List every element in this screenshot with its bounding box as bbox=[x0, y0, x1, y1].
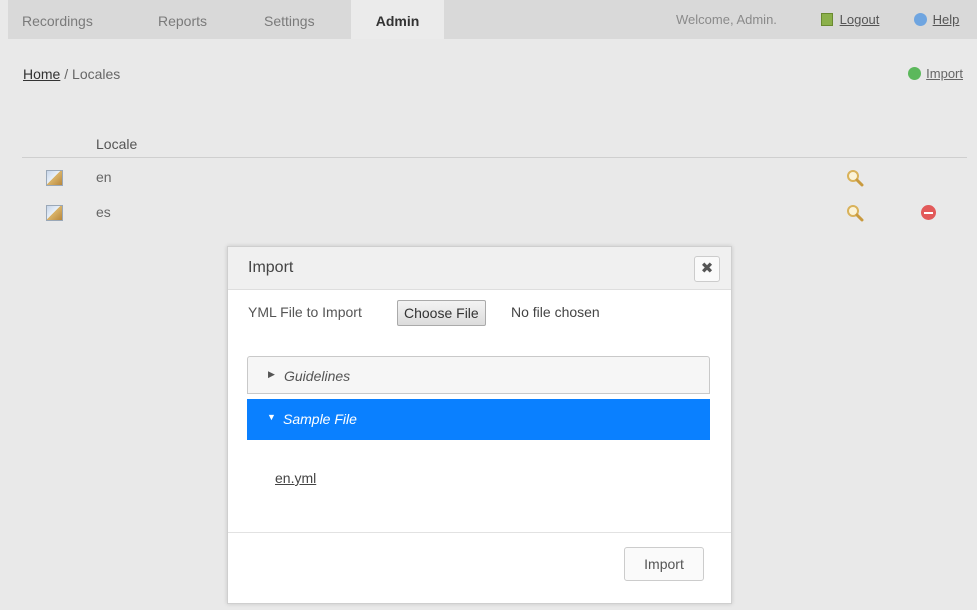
locale-name: en bbox=[96, 169, 112, 185]
dialog-header: Import ✖ bbox=[228, 247, 731, 290]
help-label[interactable]: Help bbox=[933, 12, 960, 27]
top-nav: Recordings Reports Settings Admin Welcom… bbox=[8, 0, 977, 39]
logout-icon bbox=[821, 13, 833, 26]
tab-settings[interactable]: Settings bbox=[264, 0, 315, 39]
import-link[interactable]: Import bbox=[908, 66, 963, 81]
tab-recordings[interactable]: Recordings bbox=[22, 0, 93, 39]
chevron-right-icon: ▶ bbox=[268, 369, 275, 379]
logout-label[interactable]: Logout bbox=[840, 12, 880, 27]
welcome-text: Welcome, Admin. bbox=[676, 12, 777, 27]
table-row: en bbox=[0, 165, 977, 191]
add-icon bbox=[908, 67, 922, 80]
import-button[interactable]: Import bbox=[624, 547, 704, 581]
table-row: es bbox=[0, 200, 977, 226]
locale-file-icon bbox=[46, 170, 63, 186]
dialog-footer-divider bbox=[228, 532, 731, 533]
locale-column-header: Locale bbox=[96, 136, 138, 152]
accordion-guidelines-label: Guidelines bbox=[284, 368, 351, 384]
view-icon[interactable] bbox=[846, 169, 864, 187]
breadcrumb-separator: / bbox=[60, 66, 73, 82]
accordion-sample-file[interactable]: ▼ Sample File bbox=[247, 399, 710, 440]
delete-icon[interactable] bbox=[921, 205, 936, 220]
choose-file-button[interactable]: Choose File bbox=[397, 300, 486, 326]
accordion-guidelines[interactable]: ▶ Guidelines bbox=[247, 356, 710, 394]
help-link[interactable]: Help bbox=[914, 0, 959, 39]
sample-file-link[interactable]: en.yml bbox=[275, 470, 316, 486]
locale-file-icon bbox=[46, 205, 63, 221]
import-link-label[interactable]: Import bbox=[926, 66, 963, 81]
chevron-down-icon: ▼ bbox=[267, 412, 276, 422]
view-icon[interactable] bbox=[846, 204, 864, 222]
file-status: No file chosen bbox=[511, 304, 600, 320]
breadcrumb-current: Locales bbox=[72, 66, 121, 82]
tab-reports[interactable]: Reports bbox=[158, 0, 207, 39]
breadcrumb: Home / Locales bbox=[23, 66, 120, 82]
dialog-title: Import bbox=[248, 259, 294, 276]
import-dialog: Import ✖ YML File to Import Choose File … bbox=[227, 246, 732, 604]
table-divider bbox=[22, 157, 967, 158]
file-field-label: YML File to Import bbox=[248, 304, 362, 320]
breadcrumb-home[interactable]: Home bbox=[23, 66, 60, 82]
help-icon bbox=[914, 13, 927, 26]
accordion-sample-file-label: Sample File bbox=[283, 411, 357, 427]
close-icon[interactable]: ✖ bbox=[694, 256, 720, 282]
logout-link[interactable]: Logout bbox=[821, 0, 879, 39]
locale-name: es bbox=[96, 204, 111, 220]
tab-admin[interactable]: Admin bbox=[351, 0, 444, 39]
